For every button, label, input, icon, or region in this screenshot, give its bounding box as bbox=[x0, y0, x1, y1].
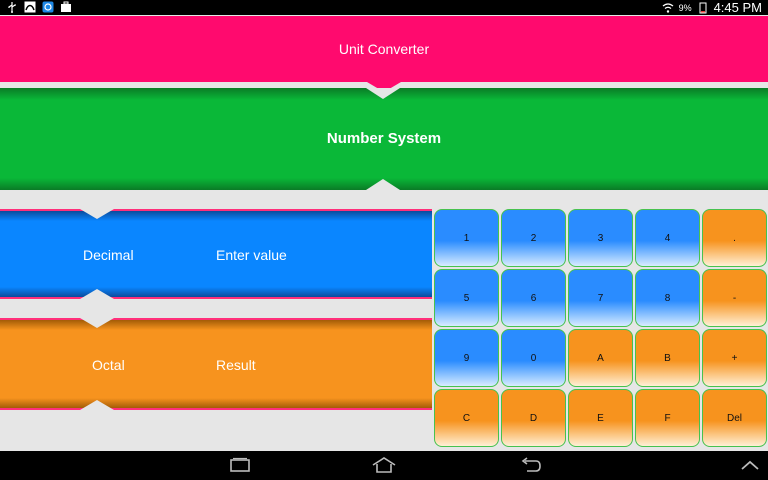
app-notification-icon bbox=[24, 1, 36, 13]
key-a-button[interactable]: A bbox=[568, 329, 633, 387]
wifi-icon bbox=[662, 2, 673, 13]
sync-icon bbox=[42, 1, 54, 13]
expand-button[interactable] bbox=[736, 455, 764, 475]
status-notifications bbox=[6, 1, 72, 13]
key-plus-button[interactable]: + bbox=[702, 329, 767, 387]
usb-icon bbox=[8, 2, 16, 13]
input-panel-shade-top bbox=[0, 211, 432, 221]
key-5-button[interactable]: 5 bbox=[434, 269, 499, 327]
header-banner: Unit Converter bbox=[0, 16, 768, 82]
home-icon bbox=[372, 457, 396, 473]
back-icon bbox=[521, 457, 541, 472]
key-del-button[interactable]: Del bbox=[702, 389, 767, 447]
section-banner[interactable]: Number System bbox=[0, 88, 768, 190]
output-panel: Octal Result bbox=[0, 318, 432, 410]
navigation-bar bbox=[0, 451, 768, 480]
clock: 4:45 PM bbox=[713, 0, 762, 15]
recent-apps-icon bbox=[230, 457, 250, 472]
input-panel-notch-bottom bbox=[80, 289, 114, 299]
key-7-button[interactable]: 7 bbox=[568, 269, 633, 327]
battery-icon bbox=[699, 2, 707, 13]
output-panel-notch-bottom bbox=[80, 400, 114, 410]
section-notch-top bbox=[366, 88, 400, 99]
status-system: 9% 4:45 PM bbox=[662, 0, 762, 15]
key-d-button[interactable]: D bbox=[501, 389, 566, 447]
key-b-button[interactable]: B bbox=[635, 329, 700, 387]
input-panel: Decimal Enter value bbox=[0, 209, 432, 299]
briefcase-icon bbox=[61, 1, 71, 12]
home-button[interactable] bbox=[370, 455, 398, 475]
key-3-button[interactable]: 3 bbox=[568, 209, 633, 267]
key-2-button[interactable]: 2 bbox=[501, 209, 566, 267]
input-panel-notch-top bbox=[80, 209, 114, 219]
key-c-button[interactable]: C bbox=[434, 389, 499, 447]
app-title: Unit Converter bbox=[338, 41, 430, 57]
key-f-button[interactable]: F bbox=[635, 389, 700, 447]
output-result-field: Result bbox=[216, 357, 256, 373]
key-9-button[interactable]: 9 bbox=[434, 329, 499, 387]
key-6-button[interactable]: 6 bbox=[501, 269, 566, 327]
key-8-button[interactable]: 8 bbox=[635, 269, 700, 327]
chevron-up-icon bbox=[741, 460, 759, 470]
key-minus-button[interactable]: - bbox=[702, 269, 767, 327]
battery-percent: 9% bbox=[678, 2, 692, 13]
key-1-button[interactable]: 1 bbox=[434, 209, 499, 267]
key-0-button[interactable]: 0 bbox=[501, 329, 566, 387]
keypad: 1 2 3 4. 5 6 7 8- 9 0 A B + C D E F Del bbox=[432, 209, 768, 451]
section-notch-bottom bbox=[366, 179, 400, 190]
key-4-button[interactable]: 4 bbox=[635, 209, 700, 267]
status-bar: 9% 4:45 PM bbox=[0, 0, 768, 15]
output-panel-notch-top bbox=[80, 318, 114, 328]
input-unit-selector[interactable]: Decimal bbox=[83, 247, 134, 263]
back-button[interactable] bbox=[516, 455, 544, 475]
output-panel-shade-bottom bbox=[0, 398, 432, 408]
input-value-field[interactable]: Enter value bbox=[216, 247, 287, 263]
key-dot-button[interactable]: . bbox=[702, 209, 767, 267]
input-panel-shade-bottom bbox=[0, 287, 432, 297]
output-unit-selector[interactable]: Octal bbox=[92, 357, 125, 373]
section-title: Number System bbox=[326, 130, 442, 147]
key-e-button[interactable]: E bbox=[568, 389, 633, 447]
output-panel-shade-top bbox=[0, 320, 432, 330]
recent-apps-button[interactable] bbox=[226, 455, 254, 475]
